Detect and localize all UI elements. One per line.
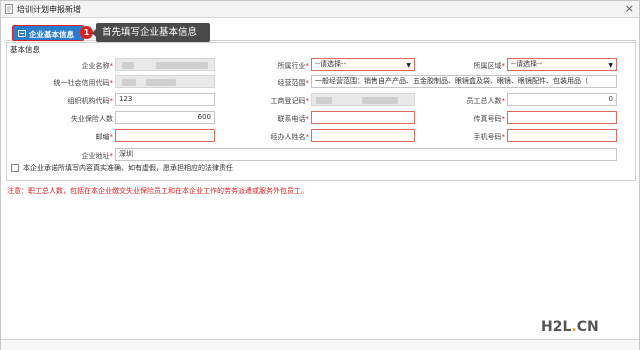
close-icon[interactable]: ×	[625, 2, 634, 15]
dropdown-arrow-icon: ▼	[608, 62, 613, 69]
label-company-name: 企业名称*	[81, 62, 114, 70]
id-card-icon	[18, 30, 26, 37]
label-postcode: 邮编*	[95, 133, 114, 141]
label-handler-name: 经办人姓名*	[270, 133, 310, 141]
mobile-input[interactable]	[507, 129, 617, 142]
industry-select[interactable]: --请选择-- ▼	[311, 58, 415, 71]
company-name-input[interactable]	[115, 58, 215, 71]
declaration-text: 本企业承诺所填写内容真实准确、如有虚假，愿承担相应的法律责任	[23, 164, 233, 172]
tab-label: 企业基本信息	[29, 30, 74, 39]
panel-title: 基本信息	[10, 45, 40, 54]
business-reg-no-input[interactable]	[311, 93, 415, 106]
form-window: 培训计划申报新增 × 企业基本信息 ⌗ 1 首先填写企业基本信息 基本信息 企业…	[0, 0, 640, 350]
basic-info-panel: 基本信息 企业名称* 所属行业* --请选择-- ▼ 所属区域* --请选择-- ▼…	[6, 42, 636, 181]
watermark-logo: H2L.CN	[541, 319, 599, 335]
label-employee-count: 员工总人数*	[466, 97, 506, 105]
label-industry: 所属行业*	[277, 62, 310, 70]
tab-company-basic-info[interactable]: 企业基本信息	[12, 25, 84, 41]
fax-input[interactable]	[507, 111, 617, 124]
employee-count-input[interactable]: 0	[507, 93, 617, 106]
address-input[interactable]: 深圳	[115, 148, 617, 161]
postcode-input[interactable]	[115, 129, 215, 142]
label-mobile: 手机号码*	[473, 133, 506, 141]
org-code-input[interactable]: 123	[115, 93, 215, 106]
window-title: 培训计划申报新增	[17, 5, 81, 14]
label-business-scope: 经营范围*	[277, 79, 310, 87]
declaration-checkbox[interactable]	[11, 164, 19, 172]
step-tooltip: 首先填写企业基本信息	[92, 23, 210, 42]
label-region: 所属区域*	[473, 62, 506, 70]
label-address: 企业地址*	[81, 152, 114, 160]
credit-code-input[interactable]	[115, 75, 215, 88]
contact-phone-input[interactable]	[311, 111, 415, 124]
status-bar	[1, 339, 639, 350]
notice-text: 注意：职工总人数，包括在本企业缴交失业保险员工和在本企业工作的劳务派遣或服务外包…	[7, 187, 308, 195]
label-business-reg-no: 工商登记码*	[270, 97, 310, 105]
handler-name-input[interactable]	[311, 129, 415, 142]
window-titlebar: 培训计划申报新增 ×	[1, 1, 639, 18]
business-scope-input[interactable]: 一般经营范围：销售自产产品、五金胶制品、眼镜盒及袋、眼镜、眼镜配件、包装用品（	[311, 75, 617, 88]
insured-count-input[interactable]: 600	[115, 111, 215, 124]
label-org-code: 组织机构代码*	[67, 97, 114, 105]
label-contact-phone: 联系电话*	[277, 115, 310, 123]
label-insured-count: 失业保险人数	[71, 115, 113, 123]
region-select[interactable]: --请选择-- ▼	[507, 58, 617, 71]
label-credit-code: 统一社会信用代码*	[53, 79, 114, 87]
document-icon	[5, 4, 13, 14]
label-fax: 传真号码*	[473, 115, 506, 123]
dropdown-arrow-icon: ▼	[406, 62, 411, 69]
